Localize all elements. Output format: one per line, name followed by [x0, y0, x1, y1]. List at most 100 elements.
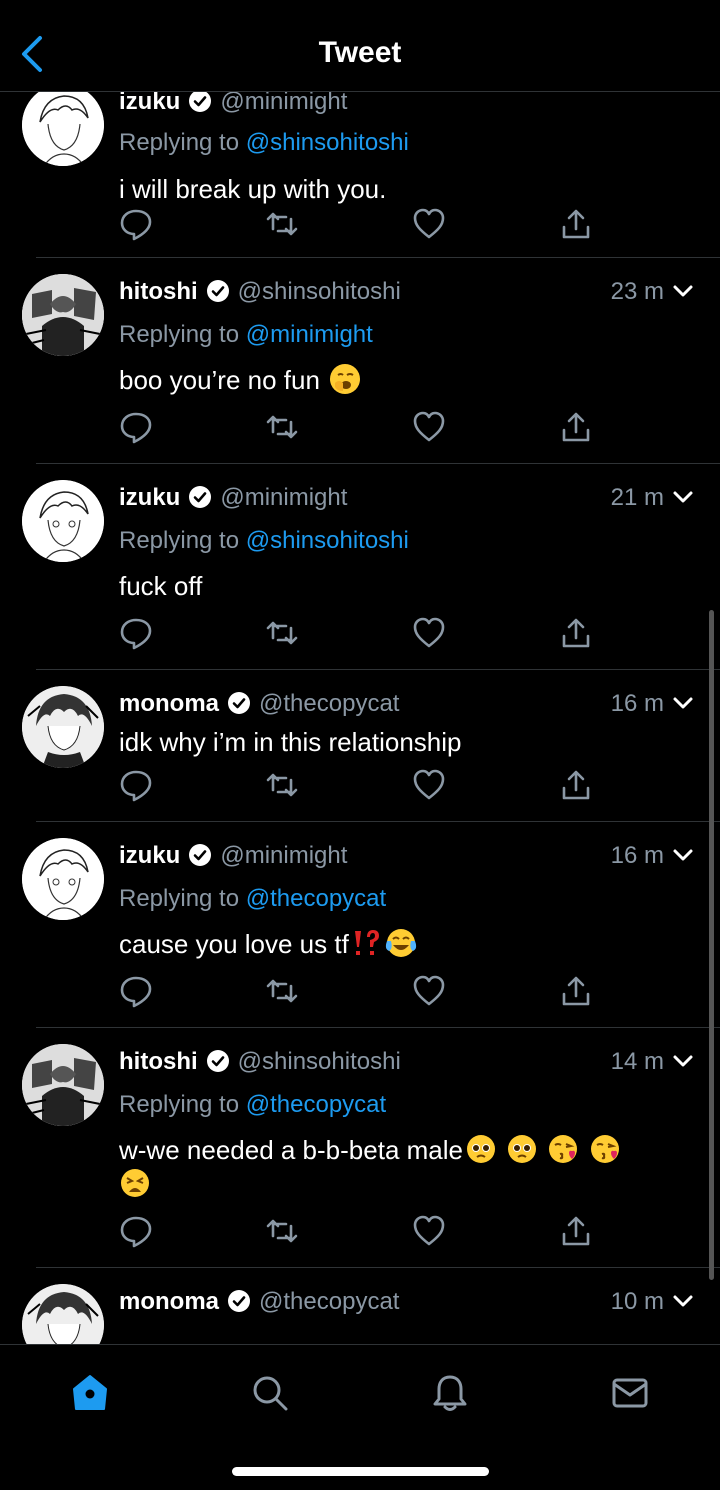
- tweet[interactable]: hitoshi @shinsohitoshi 23 m Replying to @…: [0, 258, 720, 464]
- mention-link[interactable]: @thecopycat: [246, 885, 386, 912]
- share-icon[interactable]: [559, 1214, 593, 1248]
- tweet-handle[interactable]: @minimight: [220, 92, 347, 115]
- like-icon[interactable]: [412, 768, 446, 802]
- replying-to: Replying to @thecopycat: [119, 1091, 386, 1119]
- retweet-icon[interactable]: [265, 1214, 299, 1248]
- tweet[interactable]: izuku @minimight Replying to @shinsohitos…: [0, 92, 720, 258]
- reply-icon[interactable]: [119, 768, 153, 802]
- tweet[interactable]: monoma @thecopycat 10 m: [0, 1268, 720, 1344]
- yawning-face-emoji-icon: [330, 364, 361, 394]
- avatar-monoma[interactable]: [22, 1284, 104, 1344]
- reply-icon[interactable]: [119, 207, 153, 241]
- tweet-actions: [119, 616, 599, 650]
- weary-face-emoji-icon: [121, 1169, 149, 1197]
- retweet-icon[interactable]: [265, 616, 299, 650]
- like-icon[interactable]: [412, 207, 446, 241]
- verified-badge-icon: [189, 486, 212, 508]
- share-icon[interactable]: [559, 768, 593, 802]
- double-exclamation-question-emoji-icon: [354, 930, 379, 955]
- tweet-handle[interactable]: @minimight: [220, 484, 347, 511]
- chevron-down-icon[interactable]: [672, 846, 694, 864]
- tweet-thread[interactable]: izuku @minimight Replying to @shinsohitos…: [0, 92, 720, 1344]
- replying-to: Replying to @minimight: [119, 321, 373, 349]
- avatar-monoma[interactable]: [22, 686, 104, 768]
- tweet-handle[interactable]: @shinsohitoshi: [238, 278, 401, 305]
- tweet-actions: [119, 768, 599, 802]
- scrollbar[interactable]: [709, 610, 714, 1280]
- avatar-izuku[interactable]: [22, 480, 104, 562]
- replying-to: Replying to @shinsohitoshi: [119, 129, 409, 157]
- share-icon[interactable]: [559, 410, 593, 444]
- tweet[interactable]: izuku @minimight 21 m Replying to @shinso…: [0, 464, 720, 670]
- like-icon[interactable]: [412, 1214, 446, 1248]
- retweet-icon[interactable]: [265, 974, 299, 1008]
- tweet-author-name: monoma: [119, 1288, 220, 1315]
- tweet[interactable]: izuku @minimight 16 m Replying to @thecop…: [0, 822, 720, 1028]
- tweet[interactable]: monoma @thecopycat 16 m idk why i’m in th…: [0, 670, 720, 822]
- share-icon[interactable]: [559, 616, 593, 650]
- tweet[interactable]: hitoshi @shinsohitoshi 14 m Replying to @…: [0, 1028, 720, 1268]
- reply-icon[interactable]: [119, 974, 153, 1008]
- like-icon[interactable]: [412, 616, 446, 650]
- tweet-handle[interactable]: @thecopycat: [259, 1288, 399, 1315]
- share-icon[interactable]: [559, 974, 593, 1008]
- mention-link[interactable]: @minimight: [246, 321, 373, 348]
- verified-badge-icon: [228, 1290, 251, 1312]
- tweet-author-name: hitoshi: [119, 278, 198, 305]
- home-icon[interactable]: [70, 1373, 110, 1413]
- verified-badge-icon: [206, 1050, 229, 1072]
- verified-badge-icon: [206, 280, 229, 302]
- replying-to-label: Replying to: [119, 527, 240, 554]
- avatar-hitoshi[interactable]: [22, 274, 104, 356]
- verified-badge-icon: [228, 692, 251, 714]
- like-icon[interactable]: [412, 410, 446, 444]
- tweet-actions: [119, 974, 599, 1008]
- chevron-down-icon[interactable]: [672, 488, 694, 506]
- tweet-body: boo you’re no fun: [119, 365, 320, 395]
- reply-icon[interactable]: [119, 410, 153, 444]
- kissing-heart-face-emoji-icon: [549, 1135, 578, 1163]
- reply-icon[interactable]: [119, 1214, 153, 1248]
- tweet-time: 14 m: [610, 1048, 664, 1075]
- verified-badge-icon: [189, 844, 212, 866]
- mention-link[interactable]: @shinsohitoshi: [246, 129, 409, 156]
- avatar-izuku[interactable]: [22, 838, 104, 920]
- tweet-text: boo you’re no fun: [119, 363, 679, 397]
- tweet-author-name: hitoshi: [119, 1048, 198, 1075]
- home-indicator[interactable]: [232, 1467, 489, 1476]
- tweet-text: i will break up with you.: [119, 172, 679, 206]
- mention-link[interactable]: @shinsohitoshi: [246, 527, 409, 554]
- replying-to-label: Replying to: [119, 321, 240, 348]
- tweet-text: w-we needed a b-b-beta male: [119, 1133, 679, 1201]
- retweet-icon[interactable]: [265, 410, 299, 444]
- chevron-down-icon[interactable]: [672, 1052, 694, 1070]
- share-icon[interactable]: [559, 207, 593, 241]
- pleading-face-emoji-icon: [466, 1135, 495, 1163]
- tweet-text: fuck off: [119, 569, 679, 603]
- kissing-heart-face-emoji-icon: [590, 1135, 619, 1163]
- like-icon[interactable]: [412, 974, 446, 1008]
- laughing-crying-face-emoji-icon: [385, 929, 416, 957]
- avatar-hitoshi[interactable]: [22, 1044, 104, 1126]
- notifications-icon[interactable]: [430, 1373, 470, 1413]
- verified-badge-icon: [189, 92, 212, 112]
- tweet-time: 10 m: [610, 1288, 664, 1315]
- pleading-face-emoji-icon: [508, 1135, 537, 1163]
- chevron-down-icon[interactable]: [672, 282, 694, 300]
- search-icon[interactable]: [250, 1373, 290, 1413]
- retweet-icon[interactable]: [265, 768, 299, 802]
- chevron-down-icon[interactable]: [672, 1292, 694, 1310]
- replying-to: Replying to @thecopycat: [119, 885, 386, 913]
- tweet-handle[interactable]: @minimight: [220, 842, 347, 869]
- replying-to-label: Replying to: [119, 885, 240, 912]
- tweet-text: cause you love us tf: [119, 927, 679, 961]
- retweet-icon[interactable]: [265, 207, 299, 241]
- reply-icon[interactable]: [119, 616, 153, 650]
- tweet-actions: [119, 207, 599, 241]
- avatar-izuku[interactable]: [22, 92, 104, 166]
- mention-link[interactable]: @thecopycat: [246, 1091, 386, 1118]
- tweet-handle[interactable]: @thecopycat: [259, 690, 399, 717]
- messages-icon[interactable]: [610, 1373, 650, 1413]
- tweet-handle[interactable]: @shinsohitoshi: [238, 1048, 401, 1075]
- chevron-down-icon[interactable]: [672, 694, 694, 712]
